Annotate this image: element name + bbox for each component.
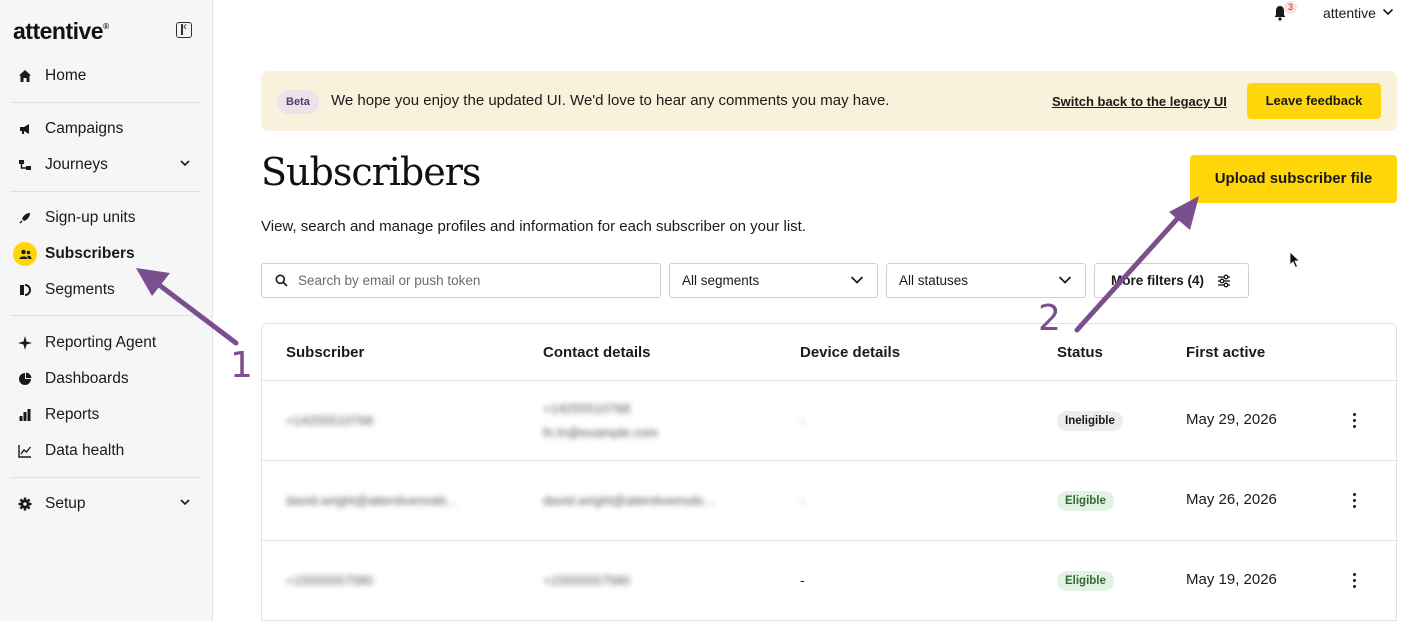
status-badge: Eligible [1057,571,1114,591]
annotation-number: 2 [1038,298,1061,339]
subscriber-cell[interactable]: +15555557580 [286,573,373,588]
chevron-down-icon[interactable] [180,497,190,507]
sidebar-item-subscribers[interactable]: Subscribers [0,239,213,269]
segments-icon [17,282,33,298]
statuses-select-value: All statuses [899,273,969,288]
contact-email: fn.ln@example.com [543,425,659,440]
sidebar-item-dashboards[interactable]: Dashboards [0,364,213,394]
page-subtitle: View, search and manage profiles and inf… [261,218,807,235]
column-header-first-active[interactable]: First active [1186,344,1265,361]
contact-phone: +15555557580 [543,573,631,588]
table-row[interactable]: david.wright@attentivemobi... david.wrig… [262,461,1396,541]
segments-select-value: All segments [682,273,760,288]
sidebar-item-label: Reports [45,406,100,423]
sidebar-item-segments[interactable]: Segments [0,275,213,305]
device-cell: - [800,493,805,508]
sidebar-item-label: Reporting Agent [45,334,157,351]
more-filters-button[interactable]: More filters (4) [1094,263,1249,298]
chevron-down-icon [1058,276,1072,284]
sidebar-item-reports[interactable]: Reports [0,400,213,430]
row-menu-icon[interactable] [1347,411,1361,431]
account-menu[interactable]: attentive [1323,5,1376,21]
status-badge: Eligible [1057,491,1114,511]
sidebar-item-home[interactable]: Home [0,61,213,91]
sidebar-item-sign-up-units[interactable]: Sign-up units [0,203,213,233]
line-chart-icon [17,443,33,459]
leave-feedback-button[interactable]: Leave feedback [1247,83,1381,119]
sidebar-item-label: Sign-up units [45,209,136,226]
sidebar-item-journeys[interactable]: Journeys [0,150,213,180]
status-badge: Ineligible [1057,411,1123,431]
device-cell: - [800,572,805,588]
sidebar-item-campaigns[interactable]: Campaigns [0,114,213,144]
rocket-icon [17,210,33,226]
sidebar-item-label: Subscribers [45,245,135,262]
first-active-cell: May 29, 2026 [1186,411,1277,428]
collapse-sidebar-icon[interactable] [176,19,192,38]
subscribers-table: Subscriber Contact details Device detail… [261,323,1397,621]
sparkle-icon [17,335,33,351]
column-header-status[interactable]: Status [1057,344,1103,361]
annotation-number: 1 [230,345,253,386]
search-box[interactable] [261,263,661,298]
statuses-select[interactable]: All statuses [886,263,1086,298]
megaphone-icon [17,121,33,137]
page-title: Subscribers [261,150,481,194]
segments-select[interactable]: All segments [669,263,878,298]
sidebar-item-label: Home [45,67,87,84]
beta-badge: Beta [277,90,319,114]
row-menu-icon[interactable] [1347,491,1361,511]
home-icon [17,68,33,84]
first-active-cell: May 19, 2026 [1186,571,1277,588]
banner-message: We hope you enjoy the updated UI. We'd l… [331,92,890,109]
pie-chart-icon [17,371,33,387]
sidebar-item-label: Journeys [45,156,108,173]
mouse-cursor-icon [1289,251,1301,269]
sidebar-item-label: Setup [45,495,86,512]
upload-subscriber-file-button[interactable]: Upload subscriber file [1190,155,1397,203]
chevron-down-icon[interactable] [180,158,190,168]
sidebar-item-setup[interactable]: Setup [0,489,213,519]
attentive-logo[interactable]: attentive® [13,18,109,45]
sidebar-item-data-health[interactable]: Data health [0,436,213,466]
beta-banner: Beta We hope you enjoy the updated UI. W… [261,71,1397,131]
chevron-down-icon[interactable] [1382,7,1394,17]
divider [10,315,200,316]
divider [10,102,200,103]
column-header-subscriber[interactable]: Subscriber [286,344,364,361]
chevron-down-icon [850,276,864,284]
column-header-contact-details[interactable]: Contact details [543,344,651,361]
contact-email: david.wright@attentivemobi... [543,493,714,508]
divider [10,191,200,192]
search-input[interactable] [298,264,648,297]
column-header-device-details[interactable]: Device details [800,344,900,361]
notification-badge: 3 [1284,1,1297,14]
first-active-cell: May 26, 2026 [1186,491,1277,508]
sidebar-item-reporting-agent[interactable]: Reporting Agent [0,328,213,358]
sidebar-item-label: Campaigns [45,120,124,137]
divider [10,477,200,478]
table-row[interactable]: +15555557580 +15555557580 - Eligible May… [262,541,1396,621]
row-menu-icon[interactable] [1347,571,1361,591]
gear-icon [17,496,33,512]
legacy-ui-link[interactable]: Switch back to the legacy UI [1052,94,1227,109]
table-header: Subscriber Contact details Device detail… [262,324,1396,381]
device-cell: - [800,413,805,428]
subscribers-icon [13,242,37,266]
bar-chart-icon [17,407,33,423]
subscriber-cell[interactable]: +14255510768 [286,413,373,428]
sidebar: attentive® Home Campaigns Journeys Sign-… [0,0,213,621]
subscriber-cell[interactable]: david.wright@attentivemobi... [286,493,457,508]
contact-phone: +14255510768 [543,401,631,416]
more-filters-label: More filters (4) [1111,273,1205,288]
search-icon [275,274,288,287]
sidebar-item-label: Segments [45,281,115,298]
journeys-icon [17,157,33,173]
sliders-icon [1218,274,1230,288]
sidebar-item-label: Dashboards [45,370,129,387]
table-row[interactable]: +14255510768 +14255510768 fn.ln@example.… [262,381,1396,461]
sidebar-item-label: Data health [45,442,125,459]
